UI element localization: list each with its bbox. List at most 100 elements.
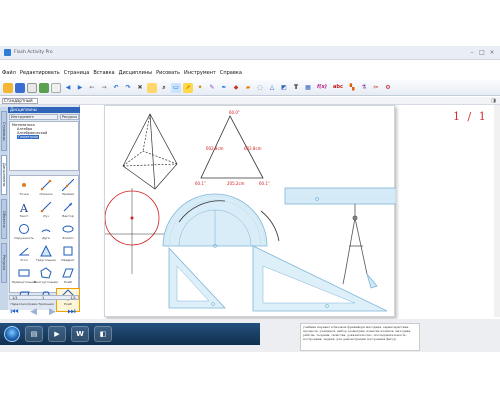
delete-icon[interactable]: ✖ [135,83,145,93]
highlighter-icon[interactable]: ▚ [347,83,357,93]
shape-rhombus[interactable]: Ромб [57,267,79,289]
tab-resources[interactable]: Ресурсы [59,114,79,120]
shape-vector[interactable]: Вектор [57,201,79,223]
side-tab-pages[interactable]: Страницы [1,111,7,151]
label-top-angle: 60.0° [229,110,240,115]
paint-icon[interactable]: ◆ [231,83,241,93]
shape-square[interactable]: Квадрат [57,245,79,267]
new-page-icon[interactable] [27,82,37,93]
prev-arrow-icon[interactable]: ◀ [63,83,73,93]
function-icon[interactable]: f(x) [315,83,329,93]
menu-insert[interactable]: Вставка [91,69,116,77]
panel-tabs: Инструмент: дисциплины Ресурсы [9,114,79,124]
minimize-icon[interactable]: – [468,49,476,56]
compass-tool[interactable] [342,204,378,289]
equilateral-triangle[interactable]: 60.0° 602.8cm 602.8cm 60.1° 205.2cm 60.1… [195,110,270,186]
menu-tools[interactable]: Инструмент [182,69,218,77]
shape-circle[interactable]: Окружность [13,223,35,245]
shape-polygon[interactable]: Многоугольник [34,267,58,289]
protractor-tool[interactable] [162,193,280,248]
set-square-right[interactable] [252,245,388,312]
page-nav-buttons: ⏮ ◀ ▶ ⏭ [4,304,78,320]
style-selector[interactable]: Стандартный [2,98,38,104]
menu-bar: Файл Редактировать Страница Вставка Дисципли… [0,69,500,78]
shape-line[interactable]: Прямая [57,179,79,201]
shape-angle[interactable]: Угол [13,245,35,267]
shape-arc[interactable]: Дуга [35,223,57,245]
marker-icon[interactable]: ✎ [207,83,217,93]
pyramid-figure[interactable] [122,113,178,190]
pager-right[interactable]: 1/1 [70,296,76,300]
side-tab-objects[interactable]: Объекты [1,199,7,239]
red-circle-figure[interactable] [97,188,165,274]
canvas-page[interactable]: 60.0° 602.8cm 602.8cm 60.1° 205.2cm 60.1… [97,105,398,317]
start-button-icon[interactable] [4,326,20,342]
forward-icon[interactable]: → [99,83,109,93]
settings-icon[interactable]: ⚙ [383,83,393,93]
close-icon[interactable]: × [488,49,496,56]
shape-triangle[interactable]: Треугольник [35,245,57,267]
menu-page[interactable]: Страница [62,69,92,77]
prev-page-icon[interactable]: ◀ [27,306,40,318]
menu-file[interactable]: Файл [0,69,18,77]
image-icon[interactable]: ▦ [303,83,313,93]
menu-disciplines[interactable]: Дисциплины [117,69,155,77]
zoom-icon[interactable]: ⌕ [159,83,169,93]
taskbar-explorer-icon[interactable]: ▤ [25,326,43,342]
side-tabs: Страницы Дисциплины Объекты Ресурсы [0,107,8,310]
menu-help[interactable]: Справка [218,69,244,77]
shape-segment[interactable]: Отрезок [35,179,57,201]
taskbar-word-icon[interactable]: W [71,326,89,342]
page-copy-icon[interactable] [51,82,61,93]
vertical-scrollbar[interactable] [494,105,500,317]
title-bar: Flash Activity Pro – □ × [0,46,500,60]
magic-wand-icon[interactable]: ✦ [195,83,205,93]
pager-left[interactable]: 1/1 [12,296,18,300]
lasso-icon[interactable]: ◌ [255,83,265,93]
dock-toggle-icon[interactable]: ◨ [491,98,496,104]
ruler-tool[interactable] [284,187,398,205]
open-folder-icon[interactable] [3,82,13,93]
side-tab-disciplines[interactable]: Дисциплины [1,155,7,195]
taskbar-media-icon[interactable]: ▶ [48,326,66,342]
text-tool-icon[interactable]: T [291,83,301,93]
select-pointer-icon[interactable]: ➚ [183,82,193,93]
undo-icon[interactable]: ↶ [111,83,121,93]
menu-edit[interactable]: Редактировать [18,69,62,77]
shape-ray[interactable]: Луч [35,201,57,223]
next-page-icon[interactable]: ▶ [46,306,59,318]
tab-instrument[interactable]: Инструмент: дисциплины [9,114,58,124]
page-icon[interactable] [39,82,49,93]
menu-draw[interactable]: Рисовать [154,69,182,77]
save-icon[interactable] [15,82,25,93]
triangle-shape-icon[interactable]: △ [267,83,277,93]
first-page-icon[interactable]: ⏮ [8,306,21,318]
arc-icon [41,229,51,233]
next-arrow-icon[interactable]: ▶ [75,83,85,93]
tree-item-geometry[interactable]: Геометрия [17,135,39,139]
shape-rectangle[interactable]: Прямоугольник [12,267,36,289]
shape-ellipse[interactable]: Эллипс [57,223,79,245]
pen-icon[interactable]: ✒ [219,83,229,93]
eraser-icon[interactable]: ▰ [243,83,253,93]
side-tab-resources[interactable]: Ресурсы [1,243,7,283]
sub-toolbar: Стандартный ◨ [0,97,500,105]
shape-point[interactable]: Точка [13,179,35,201]
back-icon[interactable]: ← [87,83,97,93]
label-left-angle: 60.1° [195,181,206,186]
set-square-left[interactable] [168,246,226,309]
tools-icon[interactable]: ✂ [371,83,381,93]
shape-text[interactable]: A Текст [13,201,35,223]
taskbar-app-icon[interactable]: ◧ [94,326,112,342]
maximize-icon[interactable]: □ [478,49,486,56]
window-title: Flash Activity Pro [14,50,53,55]
label-left-side: 602.8cm [206,146,224,151]
spellcheck-icon[interactable]: abc [331,83,345,93]
window-icon[interactable]: ▭ [171,82,181,93]
last-page-icon[interactable]: ⏭ [65,306,78,318]
fill-icon[interactable]: ◩ [279,83,289,93]
redo-icon[interactable]: ↷ [123,83,133,93]
label-bottom-side: 205.2cm [227,181,245,186]
flask-icon[interactable]: ⚗ [359,83,369,93]
clipboard-icon[interactable] [147,82,157,93]
